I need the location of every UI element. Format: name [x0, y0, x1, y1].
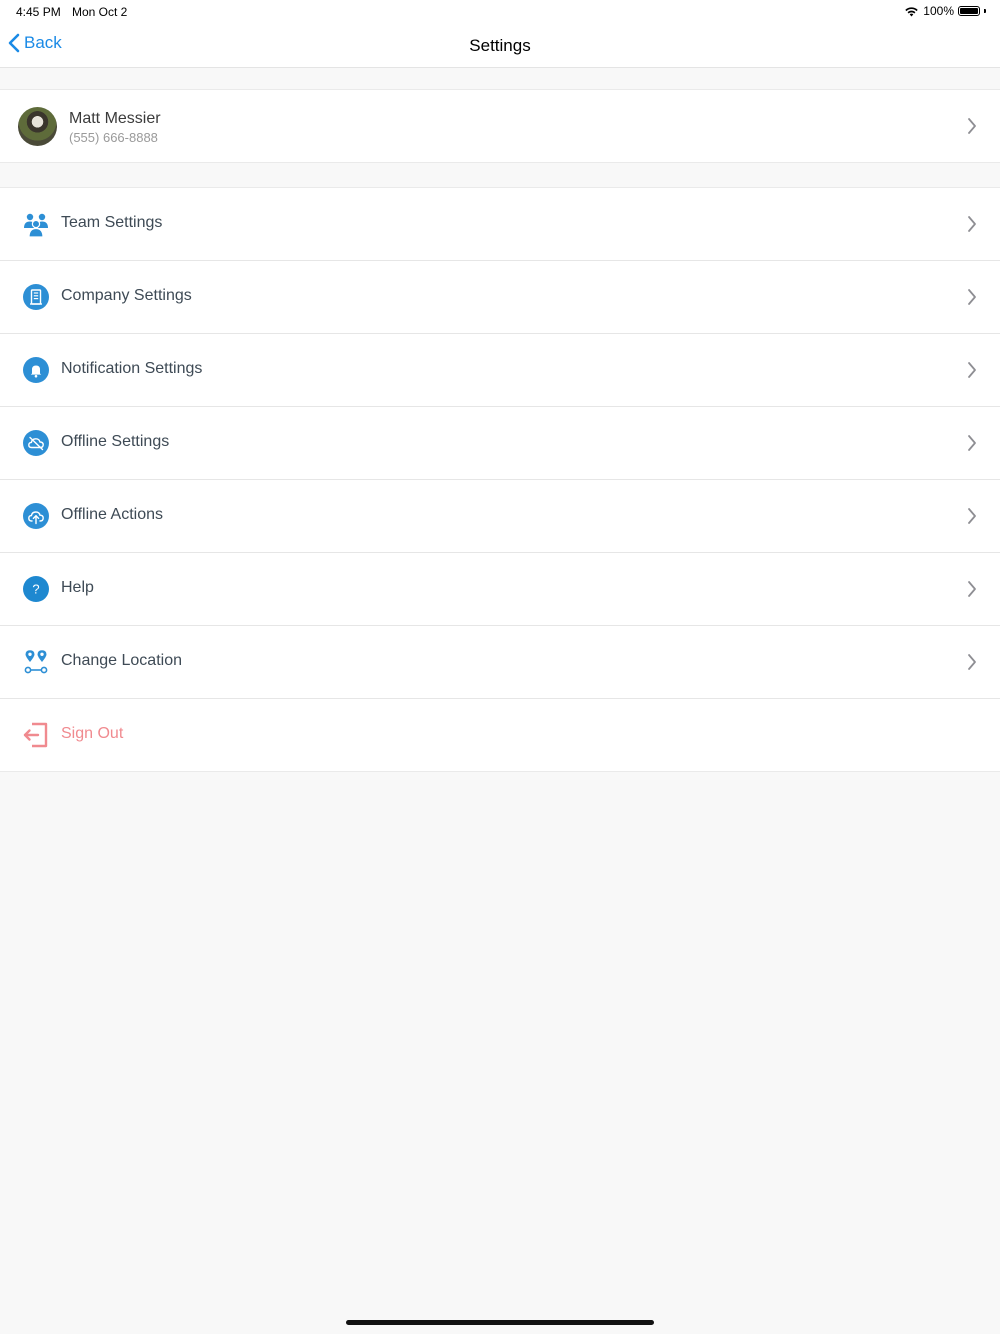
- sign-out-icon: [23, 722, 48, 748]
- status-date: Mon Oct 2: [72, 5, 128, 19]
- navigation-bar: Back Settings: [0, 24, 1000, 68]
- status-bar: 4:45 PM Mon Oct 2 100%: [0, 0, 1000, 24]
- battery-percent: 100%: [923, 4, 954, 18]
- menu-item-company-settings[interactable]: Company Settings: [0, 261, 1000, 334]
- wifi-icon: [905, 6, 918, 16]
- chevron-right-icon: [968, 362, 976, 378]
- menu-item-change-location[interactable]: Change Location: [0, 626, 1000, 699]
- cloud-off-icon: [23, 430, 49, 456]
- svg-text:?: ?: [32, 582, 39, 597]
- chevron-right-icon: [968, 118, 976, 134]
- profile-phone: (555) 666-8888: [69, 130, 158, 145]
- menu-item-offline-settings[interactable]: Offline Settings: [0, 407, 1000, 480]
- chevron-right-icon: [968, 435, 976, 451]
- location-pins-icon: [24, 650, 48, 674]
- page-title: Settings: [469, 36, 531, 55]
- avatar: [18, 107, 57, 146]
- chevron-right-icon: [968, 289, 976, 305]
- help-icon: ?: [23, 576, 49, 602]
- settings-menu: Team Settings Company Settings Notificat…: [0, 187, 1000, 772]
- home-indicator: [346, 1320, 654, 1325]
- chevron-right-icon: [968, 654, 976, 670]
- menu-item-sign-out[interactable]: Sign Out: [0, 699, 1000, 772]
- cloud-upload-icon: [23, 503, 49, 529]
- sign-out-label: Sign Out: [61, 725, 124, 742]
- chevron-right-icon: [968, 581, 976, 597]
- menu-item-help[interactable]: ? Help: [0, 553, 1000, 626]
- menu-label: Help: [61, 579, 94, 596]
- chevron-right-icon: [968, 216, 976, 232]
- menu-label: Company Settings: [61, 287, 192, 304]
- menu-item-team-settings[interactable]: Team Settings: [0, 188, 1000, 261]
- battery-tip: [984, 9, 986, 13]
- profile-row[interactable]: Matt Messier (555) 666-8888: [0, 89, 1000, 163]
- menu-label: Offline Settings: [61, 433, 170, 450]
- menu-label: Notification Settings: [61, 360, 203, 377]
- chevron-right-icon: [968, 508, 976, 524]
- status-indicators: 100%: [904, 4, 986, 18]
- status-time: 4:45 PM: [16, 5, 61, 19]
- menu-label: Change Location: [61, 652, 182, 669]
- menu-item-notification-settings[interactable]: Notification Settings: [0, 334, 1000, 407]
- battery-icon: [958, 6, 980, 16]
- menu-label: Offline Actions: [61, 506, 163, 523]
- bell-icon: [23, 357, 49, 383]
- profile-name: Matt Messier: [69, 110, 161, 127]
- menu-item-offline-actions[interactable]: Offline Actions: [0, 480, 1000, 553]
- team-icon: [24, 213, 48, 237]
- menu-label: Team Settings: [61, 214, 163, 231]
- building-icon: [23, 284, 49, 310]
